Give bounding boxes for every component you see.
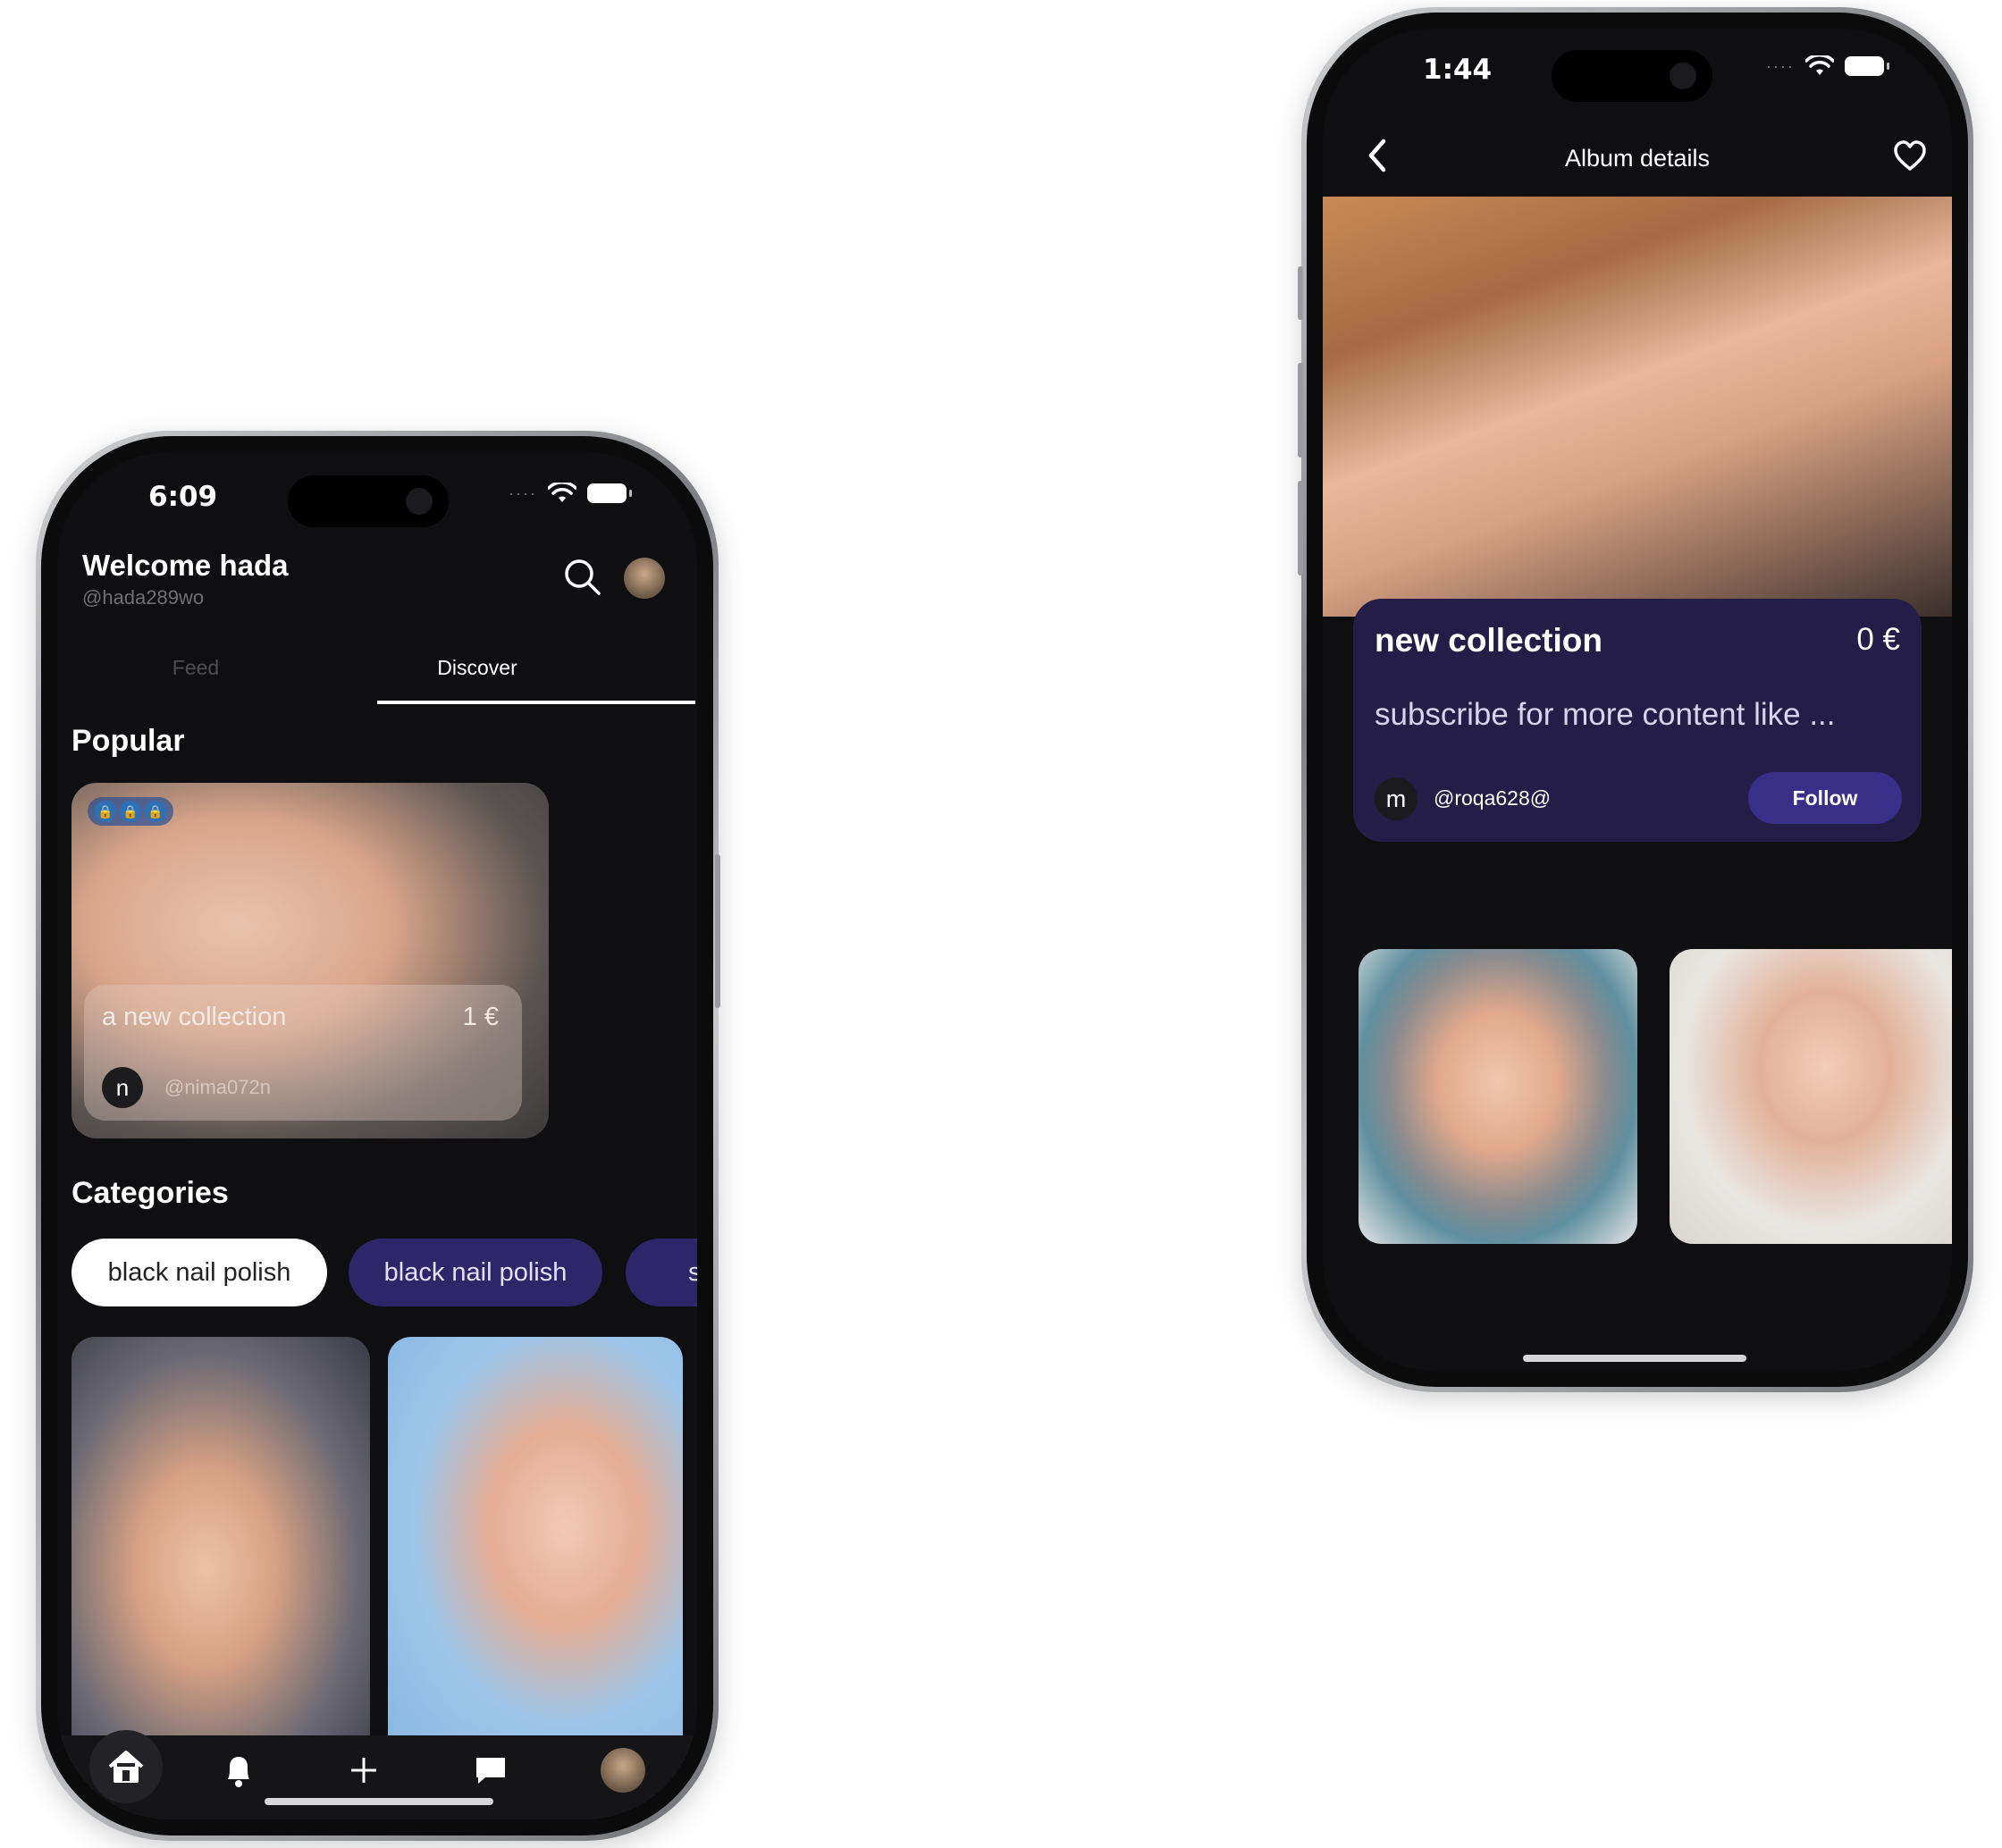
status-bar: 1:44 ···· xyxy=(1323,29,1952,127)
wifi-icon xyxy=(1804,55,1834,75)
popular-heading: Popular xyxy=(72,724,185,758)
album-image-1[interactable] xyxy=(1358,949,1637,1244)
category-chip-3[interactable]: s xyxy=(626,1239,697,1306)
home-indicator xyxy=(1523,1355,1746,1362)
plus-icon[interactable] xyxy=(341,1748,386,1793)
tab-discover[interactable]: Discover xyxy=(361,656,593,680)
tab-active-indicator xyxy=(377,701,695,704)
chat-icon[interactable] xyxy=(468,1748,513,1793)
dynamic-island xyxy=(1552,50,1712,102)
category-image-2[interactable] xyxy=(388,1337,683,1757)
wifi-icon xyxy=(547,483,576,502)
categories-heading: Categories xyxy=(72,1176,229,1210)
album-info-card: new collection 0 € subscribe for more co… xyxy=(1353,599,1922,842)
card-title: a new collection xyxy=(102,1003,287,1031)
album-price: 0 € xyxy=(1856,622,1900,657)
search-icon[interactable] xyxy=(563,558,602,597)
left-phone-screen: 6:09 ···· Welcome hada @hada289wo Feed D… xyxy=(57,452,697,1819)
home-indicator xyxy=(265,1798,493,1805)
avatar[interactable] xyxy=(624,558,665,599)
category-image-1[interactable] xyxy=(72,1337,370,1757)
creator-handle: @roqa628@ xyxy=(1434,786,1552,810)
album-cover-image xyxy=(1323,197,1952,617)
popular-card[interactable]: 🔒 🔒 🔒 a new collection 1 € n @nima072n xyxy=(72,783,549,1138)
battery-icon xyxy=(586,483,632,503)
category-chip-2[interactable]: black nail polish xyxy=(349,1239,602,1306)
right-phone: 1:44 ···· Album details new collection 0… xyxy=(1298,7,1973,1392)
right-phone-screen: 1:44 ···· Album details new collection 0… xyxy=(1323,29,1952,1371)
lock-icon: 🔒 xyxy=(95,801,116,822)
bell-icon[interactable] xyxy=(216,1748,261,1793)
category-chip-1[interactable]: black nail polish xyxy=(72,1239,327,1306)
tab-feed[interactable]: Feed xyxy=(120,656,272,680)
home-icon[interactable] xyxy=(89,1730,163,1803)
status-icons: ···· xyxy=(1766,55,1889,77)
nav-avatar[interactable] xyxy=(601,1748,645,1793)
card-avatar: n xyxy=(102,1067,143,1108)
lock-icon: 🔒 xyxy=(120,801,141,822)
popular-card-overlay: a new collection 1 € n @nima072n xyxy=(84,985,522,1121)
signal-icon: ···· xyxy=(509,483,537,502)
heart-icon[interactable] xyxy=(1893,139,1927,172)
status-time: 6:09 xyxy=(148,481,218,513)
left-phone: 6:09 ···· Welcome hada @hada289wo Feed D… xyxy=(36,431,720,1841)
battery-icon xyxy=(1844,56,1889,76)
album-description: subscribe for more content like ... xyxy=(1375,697,1836,732)
page-title: Album details xyxy=(1564,145,1711,172)
status-icons: ···· xyxy=(509,483,632,504)
card-price: 1 € xyxy=(462,1003,499,1031)
creator-avatar: m xyxy=(1375,777,1417,820)
signal-icon: ···· xyxy=(1766,56,1795,75)
user-handle: @hada289wo xyxy=(82,586,205,609)
dynamic-island xyxy=(288,475,449,527)
album-image-2[interactable] xyxy=(1670,949,1952,1244)
lock-badges: 🔒 🔒 🔒 xyxy=(88,797,173,826)
follow-button[interactable]: Follow xyxy=(1748,772,1902,824)
album-title: new collection xyxy=(1375,622,1602,659)
status-bar: 6:09 ···· xyxy=(57,452,697,550)
bottom-nav xyxy=(57,1730,697,1819)
welcome-title: Welcome hada xyxy=(82,549,289,582)
status-time: 1:44 xyxy=(1423,54,1493,86)
card-user: @nima072n xyxy=(164,1076,271,1098)
lock-icon: 🔒 xyxy=(145,801,166,822)
